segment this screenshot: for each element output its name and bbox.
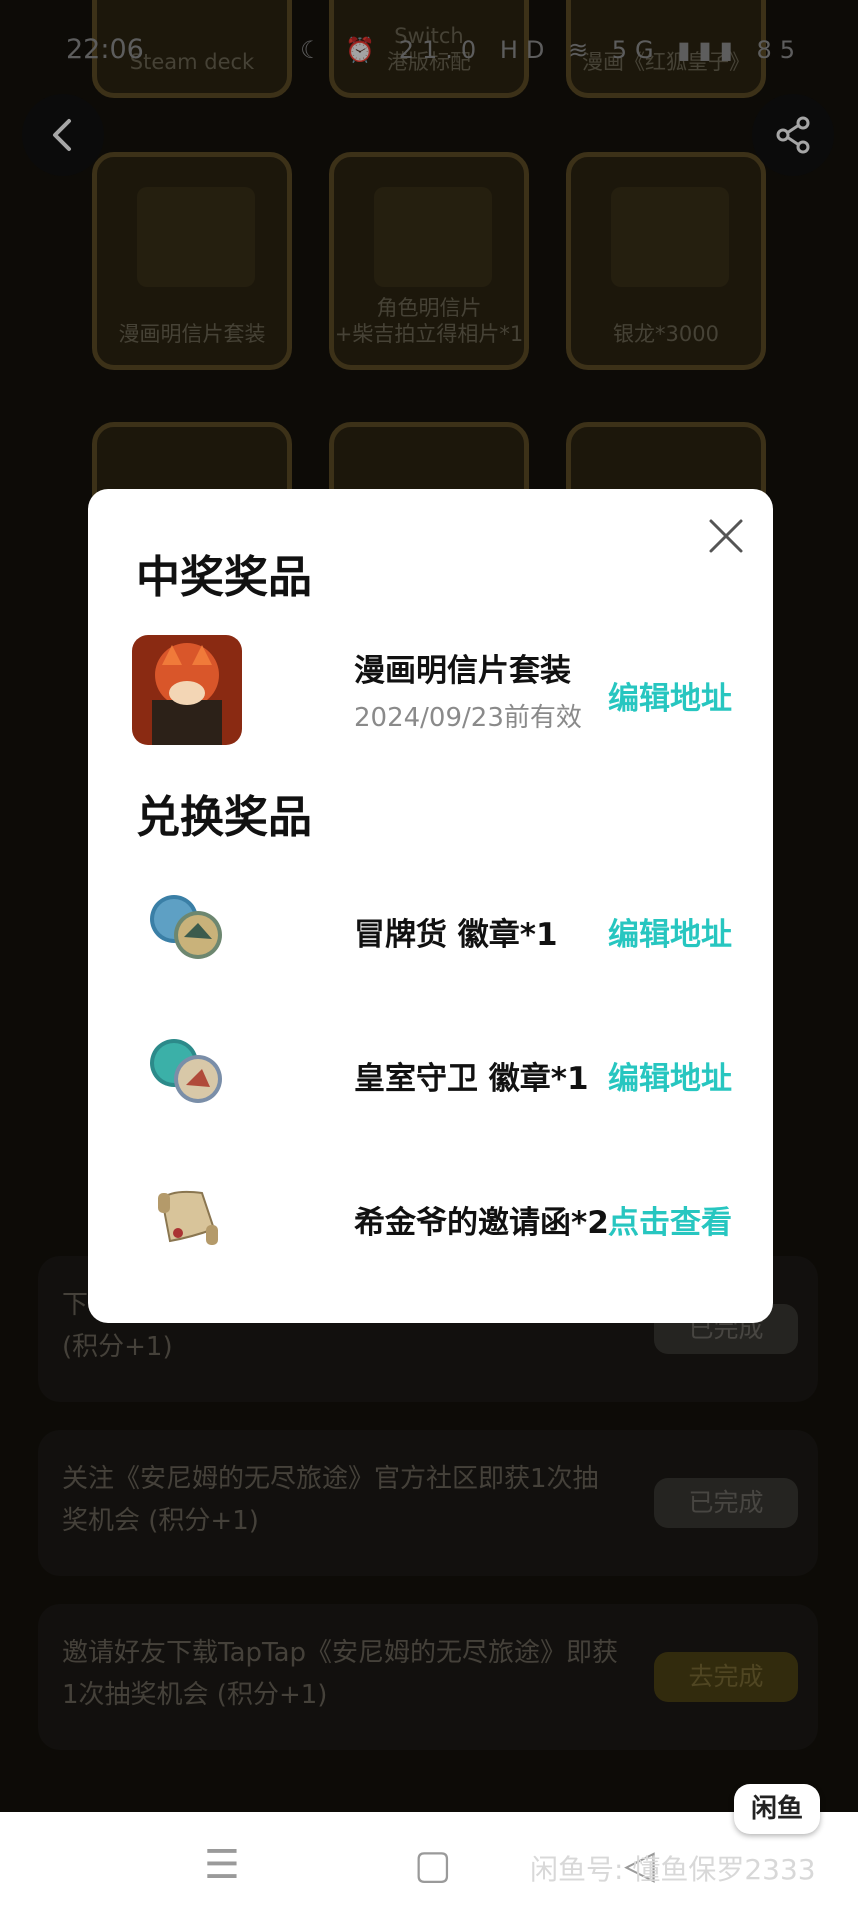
prize-thumbnail: [132, 635, 242, 745]
xianyu-badge: 闲鱼: [734, 1784, 820, 1834]
exchange-prize-row: 皇室守卫 徽章*1 编辑地址: [132, 1015, 732, 1127]
prize-name: 冒牌货 徽章*1: [354, 917, 558, 953]
edit-address-link[interactable]: 编辑地址: [608, 673, 732, 718]
exchange-prize-row: 希金爷的邀请函*2 点击查看: [132, 1159, 732, 1271]
prize-name: 皇室守卫 徽章*1: [354, 1061, 589, 1097]
close-icon[interactable]: [707, 517, 745, 555]
prizes-modal: 中奖奖品 漫画明信片套装 2024/09/23前有效 编辑地址 兑换奖品 冒牌货…: [88, 489, 773, 1323]
home-icon[interactable]: ▢: [414, 1842, 452, 1888]
watermark: 闲鱼号: 懂鱼保罗2333: [530, 1853, 816, 1886]
exchange-prizes-title: 兑换奖品: [136, 792, 312, 843]
prize-name: 漫画明信片套装: [354, 653, 571, 689]
edit-address-link[interactable]: 编辑地址: [608, 1053, 732, 1098]
exchange-prize-row: 冒牌货 徽章*1 编辑地址: [132, 871, 732, 983]
badge-thumbnail: [132, 1015, 242, 1125]
won-prizes-title: 中奖奖品: [136, 552, 312, 603]
view-link[interactable]: 点击查看: [608, 1197, 732, 1242]
prize-name: 希金爷的邀请函*2: [354, 1205, 609, 1241]
won-prize-row: 漫画明信片套装 2024/09/23前有效 编辑地址: [132, 635, 732, 747]
prize-validity: 2024/09/23前有效: [354, 703, 582, 733]
badge-thumbnail: [132, 871, 242, 981]
edit-address-link[interactable]: 编辑地址: [608, 909, 732, 954]
scroll-thumbnail: [132, 1159, 242, 1269]
menu-icon[interactable]: ☰: [204, 1842, 240, 1888]
